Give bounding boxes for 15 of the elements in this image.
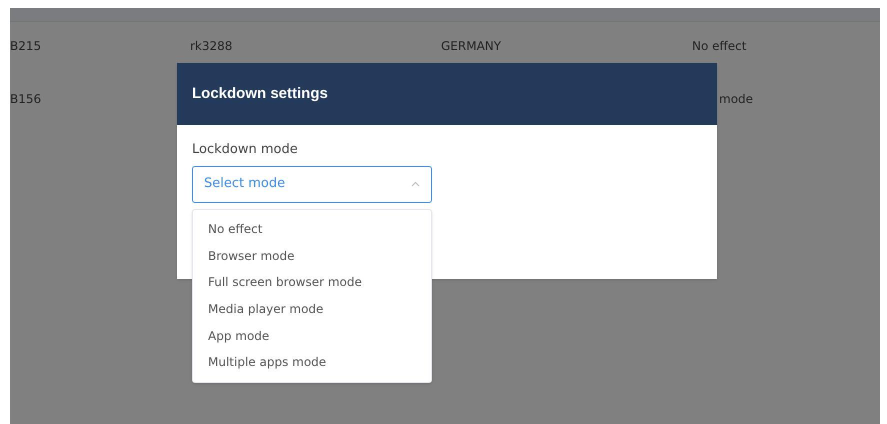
table-cell-text: B156	[10, 91, 42, 108]
dialog-title: Lockdown settings	[192, 84, 328, 104]
table-cell-text: B215	[10, 38, 42, 55]
menu-option[interactable]: App mode	[193, 322, 431, 349]
table-cell-text: mode	[719, 91, 754, 108]
table-cell-text: GERMANY	[441, 38, 502, 55]
menu-option[interactable]: Media player mode	[193, 296, 431, 322]
menu-option[interactable]: Multiple apps mode	[193, 348, 431, 376]
menu-option[interactable]: Full screen browser mode	[193, 269, 431, 296]
menu-option[interactable]: Browser mode	[193, 242, 431, 270]
table-cell-text: No effect	[692, 38, 746, 55]
menu-option[interactable]: No effect	[193, 216, 431, 243]
table-cell-text: rk3288	[190, 38, 232, 55]
field-label: Lockdown mode	[192, 141, 299, 159]
caret-icon	[411, 181, 420, 187]
